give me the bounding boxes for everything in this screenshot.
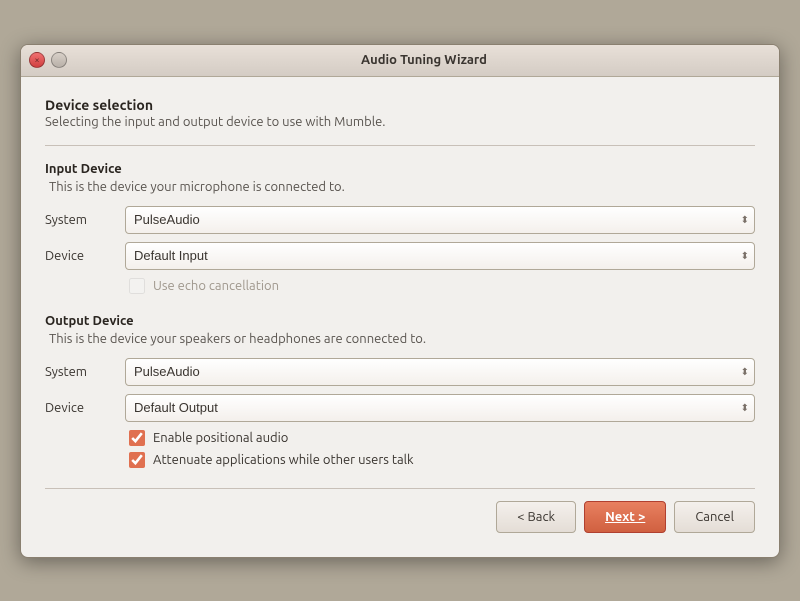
input-system-label: System bbox=[45, 213, 125, 227]
positional-audio-checkbox[interactable] bbox=[129, 430, 145, 446]
cancel-button[interactable]: Cancel bbox=[674, 501, 755, 533]
output-device-desc: This is the device your speakers or head… bbox=[49, 332, 755, 346]
echo-cancel-label: Use echo cancellation bbox=[153, 279, 279, 293]
output-device-section: Output Device This is the device your sp… bbox=[45, 314, 755, 468]
back-button[interactable]: < Back bbox=[496, 501, 576, 533]
output-device-select[interactable]: Default Output bbox=[125, 394, 755, 422]
input-device-section: Input Device This is the device your mic… bbox=[45, 162, 755, 294]
attenuate-row: Attenuate applications while other users… bbox=[129, 452, 755, 468]
attenuate-checkbox[interactable] bbox=[129, 452, 145, 468]
minimize-button[interactable] bbox=[51, 52, 67, 68]
input-device-select[interactable]: Default Input bbox=[125, 242, 755, 270]
input-device-row: Device Default Input bbox=[45, 242, 755, 270]
output-device-title: Output Device bbox=[45, 314, 755, 328]
output-device-row: Device Default Output bbox=[45, 394, 755, 422]
output-device-label: Device bbox=[45, 401, 125, 415]
positional-audio-label: Enable positional audio bbox=[153, 431, 288, 445]
close-button[interactable]: × bbox=[29, 52, 45, 68]
page-section-title: Device selection bbox=[45, 97, 755, 113]
attenuate-label: Attenuate applications while other users… bbox=[153, 453, 414, 467]
input-system-row: System PulseAudio bbox=[45, 206, 755, 234]
input-system-select[interactable]: PulseAudio bbox=[125, 206, 755, 234]
input-device-title: Input Device bbox=[45, 162, 755, 176]
footer: < Back Next > Cancel bbox=[45, 501, 755, 537]
echo-cancel-checkbox[interactable] bbox=[129, 278, 145, 294]
output-system-row: System PulseAudio bbox=[45, 358, 755, 386]
content-area: Device selection Selecting the input and… bbox=[21, 77, 779, 557]
footer-divider bbox=[45, 488, 755, 489]
input-device-desc: This is the device your microphone is co… bbox=[49, 180, 755, 194]
header-divider bbox=[45, 145, 755, 146]
input-device-label: Device bbox=[45, 249, 125, 263]
positional-audio-row: Enable positional audio bbox=[129, 430, 755, 446]
input-system-select-wrapper: PulseAudio bbox=[125, 206, 755, 234]
next-button[interactable]: Next > bbox=[584, 501, 666, 533]
titlebar-buttons: × bbox=[29, 52, 67, 68]
output-system-select[interactable]: PulseAudio bbox=[125, 358, 755, 386]
page-section-desc: Selecting the input and output device to… bbox=[45, 115, 755, 129]
output-device-select-wrapper: Default Output bbox=[125, 394, 755, 422]
input-device-select-wrapper: Default Input bbox=[125, 242, 755, 270]
main-window: × Audio Tuning Wizard Device selection S… bbox=[20, 44, 780, 558]
output-system-select-wrapper: PulseAudio bbox=[125, 358, 755, 386]
echo-cancel-row: Use echo cancellation bbox=[129, 278, 755, 294]
titlebar: × Audio Tuning Wizard bbox=[21, 45, 779, 77]
output-system-label: System bbox=[45, 365, 125, 379]
window-title: Audio Tuning Wizard bbox=[77, 53, 771, 67]
